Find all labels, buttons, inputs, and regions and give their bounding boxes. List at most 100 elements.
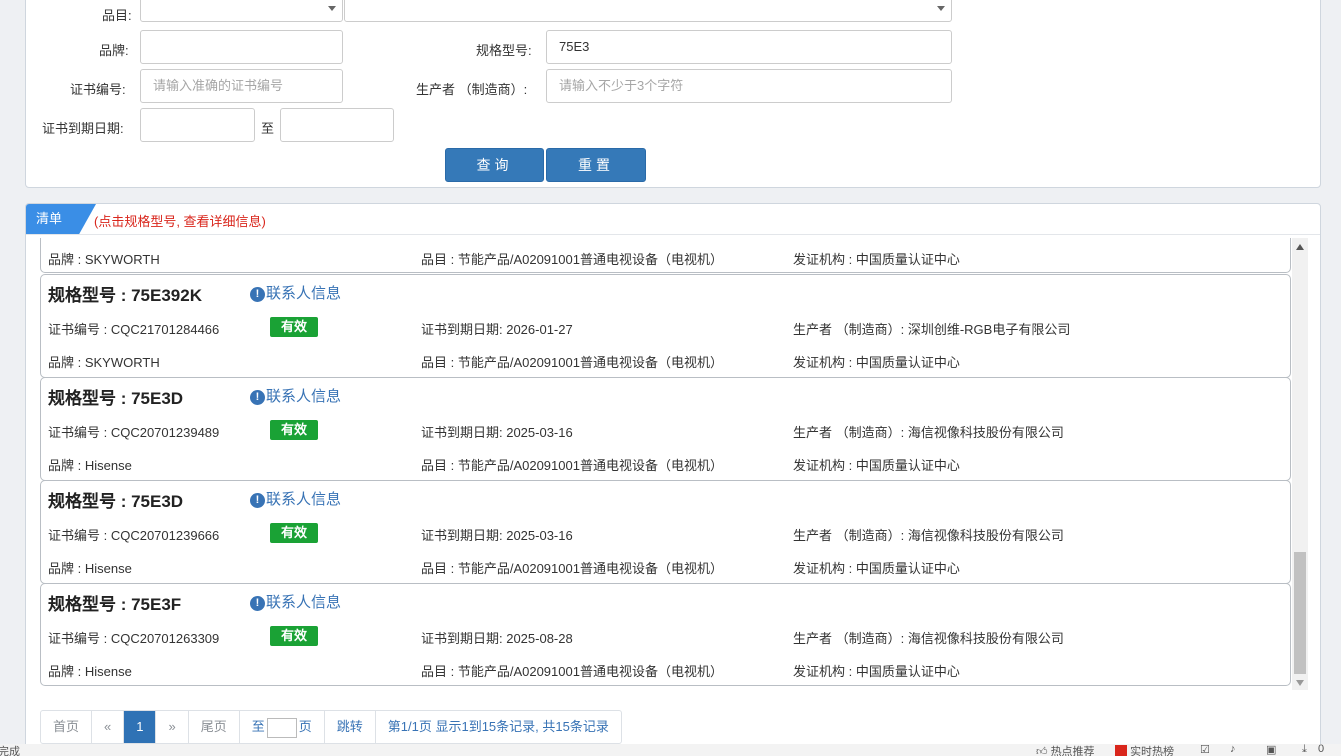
result-list-panel: 清单 (点击规格型号, 查看详细信息) 品牌 : SKYWORTH 品目 : 节… bbox=[25, 203, 1321, 756]
pagination: 首页 « 1 » 尾页 至页 跳转 第1/1页 显示1到15条记录, 共15条记… bbox=[40, 710, 622, 744]
manufacturer-input[interactable]: 请输入不少于3个字符 bbox=[546, 69, 952, 103]
lock-icon[interactable]: ▣ bbox=[1266, 743, 1276, 756]
result-card: 规格型号 : 75E3F ! 联系人信息 证书编号 : CQC2070126330… bbox=[40, 583, 1291, 686]
result-card: 规格型号 : 75E3D ! 联系人信息 证书编号 : CQC2070123948… bbox=[40, 377, 1291, 481]
pager-next[interactable]: » bbox=[156, 711, 189, 743]
search-form-panel: 品目: 品牌: 规格型号: 75E3 证书编号: 请输入准确的证书编号 生产者 … bbox=[25, 0, 1321, 188]
card-model-title[interactable]: 规格型号 : 75E3F bbox=[48, 590, 181, 615]
card-model-title[interactable]: 规格型号 : 75E392K bbox=[48, 281, 202, 306]
cert-no-input[interactable]: 请输入准确的证书编号 bbox=[140, 69, 343, 103]
card-cert-no: 证书编号 : CQC20701239489 bbox=[48, 425, 220, 440]
info-icon: ! bbox=[250, 493, 265, 508]
manufacturer-label: 生产者 （制造商）: bbox=[416, 82, 528, 97]
card-manufacturer: 生产者 （制造商）: 海信视像科技股份有限公司 bbox=[793, 425, 1064, 440]
card-model-title[interactable]: 规格型号 : 75E3D bbox=[48, 384, 183, 409]
status-badge: 有效 bbox=[270, 420, 318, 440]
result-card: 规格型号 : 75E392K ! 联系人信息 证书编号 : CQC21701284… bbox=[40, 274, 1291, 378]
list-tab[interactable]: 清单 bbox=[26, 204, 96, 234]
chevron-down-icon bbox=[937, 6, 945, 11]
expiry-label: 证书到期日期: bbox=[42, 121, 124, 136]
card-brand: 品牌 : SKYWORTH bbox=[48, 252, 160, 267]
card-cert-no: 证书编号 : CQC20701239666 bbox=[48, 528, 220, 543]
card-brand: 品牌 : Hisense bbox=[48, 458, 132, 473]
card-category: 品目 : 节能产品/A02091001普通电视设备（电视机） bbox=[421, 664, 723, 679]
card-category: 品目 : 节能产品/A02091001普通电视设备（电视机） bbox=[421, 458, 723, 473]
download-count: 0 bbox=[1318, 743, 1325, 755]
info-icon: ! bbox=[250, 390, 265, 405]
result-card-partial: 品牌 : SKYWORTH 品目 : 节能产品/A02091001普通电视设备（… bbox=[40, 238, 1291, 273]
realtime-hot-label: 实时热榜 bbox=[1130, 746, 1175, 756]
pager-last[interactable]: 尾页 bbox=[189, 711, 240, 743]
card-manufacturer: 生产者 （制造商）: 深圳创维-RGB电子有限公司 bbox=[793, 322, 1071, 337]
card-expiry: 证书到期日期: 2026-01-27 bbox=[421, 322, 573, 337]
card-issuer: 发证机构 : 中国质量认证中心 bbox=[793, 664, 960, 679]
cert-no-label: 证书编号: bbox=[70, 82, 126, 97]
info-icon: ! bbox=[250, 596, 265, 611]
contact-info-link[interactable]: ! 联系人信息 bbox=[250, 385, 341, 406]
scroll-up-icon[interactable] bbox=[1296, 244, 1304, 250]
pager-current-page[interactable]: 1 bbox=[124, 711, 157, 743]
card-issuer: 发证机构 : 中国质量认证中心 bbox=[793, 252, 960, 267]
query-button[interactable]: 查询 bbox=[445, 148, 544, 182]
model-label: 规格型号: bbox=[476, 43, 532, 58]
card-manufacturer: 生产者 （制造商）: 海信视像科技股份有限公司 bbox=[793, 528, 1064, 543]
card-issuer: 发证机构 : 中国质量认证中心 bbox=[793, 355, 960, 370]
expiry-end-input[interactable] bbox=[280, 108, 394, 142]
card-expiry: 证书到期日期: 2025-08-28 bbox=[421, 631, 573, 646]
card-category: 品目 : 节能产品/A02091001普通电视设备（电视机） bbox=[421, 355, 723, 370]
category-select-primary[interactable] bbox=[140, 0, 343, 22]
pager-goto: 至页 bbox=[240, 711, 325, 743]
hot-recommend-link[interactable]: 👍︎ 热点推荐 bbox=[1036, 743, 1095, 756]
chevron-down-icon bbox=[328, 6, 336, 11]
contact-info-link[interactable]: ! 联系人信息 bbox=[250, 488, 341, 509]
card-category: 品目 : 节能产品/A02091001普通电视设备（电视机） bbox=[421, 252, 723, 267]
scrollbar-thumb[interactable] bbox=[1294, 552, 1306, 674]
pager-goto-suffix: 页 bbox=[298, 719, 312, 734]
status-text: 完成 bbox=[0, 746, 20, 756]
card-brand: 品牌 : Hisense bbox=[48, 561, 132, 576]
hot-recommend-label: 热点推荐 bbox=[1050, 746, 1095, 756]
pager-jump-button[interactable]: 跳转 bbox=[325, 711, 376, 743]
pager-first[interactable]: 首页 bbox=[41, 711, 93, 743]
card-issuer: 发证机构 : 中国质量认证中心 bbox=[793, 458, 960, 473]
brand-input[interactable] bbox=[140, 30, 343, 64]
divider bbox=[26, 234, 1320, 235]
status-badge: 有效 bbox=[270, 626, 318, 646]
card-category: 品目 : 节能产品/A02091001普通电视设备（电视机） bbox=[421, 561, 723, 576]
pager-prev[interactable]: « bbox=[92, 711, 125, 743]
card-model-title[interactable]: 规格型号 : 75E3D bbox=[48, 487, 183, 512]
pager-summary: 第1/1页 显示1到15条记录, 共15条记录 bbox=[387, 719, 609, 734]
expiry-to-label: 至 bbox=[261, 121, 275, 136]
contact-info-label: 联系人信息 bbox=[266, 388, 342, 405]
card-expiry: 证书到期日期: 2025-03-16 bbox=[421, 528, 573, 543]
vertical-scrollbar[interactable] bbox=[1292, 238, 1308, 690]
card-cert-no: 证书编号 : CQC21701284466 bbox=[48, 322, 220, 337]
contact-info-link[interactable]: ! 联系人信息 bbox=[250, 591, 341, 612]
contact-info-label: 联系人信息 bbox=[266, 594, 342, 611]
card-manufacturer: 生产者 （制造商）: 海信视像科技股份有限公司 bbox=[793, 631, 1064, 646]
list-hint: (点击规格型号, 查看详细信息) bbox=[94, 214, 266, 229]
download-icon[interactable]: ⤓ bbox=[1302, 743, 1307, 756]
info-icon: ! bbox=[250, 287, 265, 302]
expiry-start-input[interactable] bbox=[140, 108, 255, 142]
reset-button[interactable]: 重置 bbox=[546, 148, 646, 182]
scroll-down-icon[interactable] bbox=[1296, 680, 1304, 686]
result-card: 规格型号 : 75E3D ! 联系人信息 证书编号 : CQC2070123966… bbox=[40, 480, 1291, 584]
result-scroll-area[interactable]: 品牌 : SKYWORTH 品目 : 节能产品/A02091001普通电视设备（… bbox=[40, 238, 1291, 686]
pager-goto-input[interactable] bbox=[266, 717, 297, 738]
card-issuer: 发证机构 : 中国质量认证中心 bbox=[793, 561, 960, 576]
card-cert-no: 证书编号 : CQC20701263309 bbox=[48, 631, 220, 646]
model-input[interactable]: 75E3 bbox=[546, 30, 952, 64]
realtime-hot-link[interactable]: 实时热榜 bbox=[1115, 743, 1174, 756]
shield-check-icon[interactable]: ☑ bbox=[1200, 743, 1210, 756]
status-badge: 有效 bbox=[270, 523, 318, 543]
status-badge: 有效 bbox=[270, 317, 318, 337]
brand-label: 品牌: bbox=[99, 43, 129, 58]
speaker-icon[interactable]: ♪ bbox=[1230, 743, 1236, 755]
pager-goto-prefix: 至 bbox=[251, 719, 265, 734]
chart-icon bbox=[1115, 745, 1127, 756]
contact-info-link[interactable]: ! 联系人信息 bbox=[250, 282, 341, 303]
card-brand: 品牌 : Hisense bbox=[48, 664, 132, 679]
contact-info-label: 联系人信息 bbox=[266, 491, 342, 508]
category-select-secondary[interactable] bbox=[344, 0, 952, 22]
